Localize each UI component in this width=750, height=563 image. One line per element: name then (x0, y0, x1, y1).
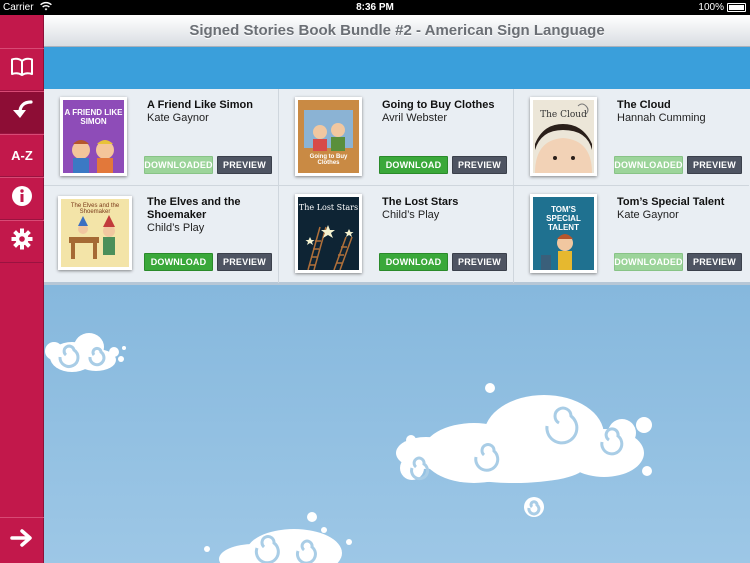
book-cover-text: A FRIEND LIKE SIMON (64, 108, 123, 126)
book-title: The Lost Stars (382, 196, 459, 208)
curved-back-arrow-icon (11, 100, 33, 125)
book-cover[interactable]: The Cloud (530, 97, 597, 176)
sky-background (44, 285, 750, 563)
book-title: Going to Buy Clothes (382, 99, 495, 111)
book-author: Hannah Cumming (617, 112, 706, 124)
sidebar-item-back[interactable] (0, 91, 44, 134)
downloaded-button[interactable]: DOWNLOADED (614, 156, 683, 174)
sidebar: A-Z (0, 15, 44, 563)
book-title: Tom’s Special Talent (617, 196, 725, 208)
preview-button[interactable]: PREVIEW (452, 156, 507, 174)
book-cover[interactable]: A FRIEND LIKE SIMON (60, 97, 127, 176)
book-card: TOM'S SPECIAL TALENT Tom’s Special Talen… (514, 186, 749, 283)
sidebar-item-az[interactable]: A-Z (0, 134, 44, 177)
book-grid: A FRIEND LIKE SIMON A Friend Like Simon … (44, 89, 750, 285)
download-button[interactable]: DOWNLOAD (144, 253, 213, 271)
downloaded-button[interactable]: DOWNLOADED (614, 253, 683, 271)
sidebar-item-info[interactable] (0, 177, 44, 220)
book-card: The Lost Stars The Lost Stars Child’s Pl… (279, 186, 514, 283)
book-title: A Friend Like Simon (147, 99, 253, 111)
book-cover[interactable]: The Lost Stars (295, 194, 362, 273)
sidebar-item-settings[interactable] (0, 220, 44, 263)
book-icon (10, 57, 34, 82)
info-icon (11, 185, 33, 212)
battery-percent: 100% (698, 2, 724, 13)
blue-banner (44, 47, 750, 89)
book-card: A FRIEND LIKE SIMON A Friend Like Simon … (44, 89, 279, 186)
book-cover[interactable]: TOM'S SPECIAL TALENT (530, 194, 597, 273)
preview-button[interactable]: PREVIEW (452, 253, 507, 271)
book-card: Going to Buy Clothes Going to Buy Clothe… (279, 89, 514, 186)
preview-button[interactable]: PREVIEW (687, 156, 742, 174)
book-cover-text: Going to Buy Clothes (309, 154, 348, 166)
gear-icon (11, 228, 33, 255)
book-cover-text: The Elves and the Shoemaker (70, 203, 120, 215)
battery-icon (727, 3, 746, 12)
preview-button[interactable]: PREVIEW (217, 156, 272, 174)
arrow-right-icon (10, 529, 34, 552)
book-cover-text: The Cloud (540, 110, 587, 120)
book-cover-text: TOM'S SPECIAL TALENT (546, 205, 581, 232)
clouds-illustration (45, 333, 652, 563)
book-author: Kate Gaynor (147, 112, 209, 124)
book-cover[interactable]: Going to Buy Clothes (295, 97, 362, 176)
title-bar: Signed Stories Book Bundle #2 - American… (44, 15, 750, 47)
sidebar-next-button[interactable] (0, 517, 44, 563)
book-author: Kate Gaynor (617, 209, 679, 221)
book-author: Child’s Play (382, 209, 440, 221)
status-bar: Carrier 8:36 PM 100% (0, 0, 750, 15)
book-author: Child’s Play (147, 222, 205, 234)
status-time: 8:36 PM (356, 2, 394, 13)
page-title: Signed Stories Book Bundle #2 - American… (189, 22, 605, 39)
book-cover-text: The Lost Stars (298, 203, 359, 212)
download-button[interactable]: DOWNLOAD (379, 253, 448, 271)
download-button[interactable]: DOWNLOAD (379, 156, 448, 174)
book-cover[interactable]: The Elves and the Shoemaker (58, 196, 132, 270)
downloaded-button[interactable]: DOWNLOADED (144, 156, 213, 174)
book-title: The Elves and the Shoemaker (147, 196, 241, 221)
preview-button[interactable]: PREVIEW (687, 253, 742, 271)
book-card: The Elves and the Shoemaker The Elves an… (44, 186, 279, 283)
book-card: The Cloud The Cloud Hannah Cumming DOWNL… (514, 89, 749, 186)
az-label: A-Z (11, 148, 33, 163)
book-author: Avril Webster (382, 112, 448, 124)
book-title: The Cloud (617, 99, 671, 111)
sidebar-item-library[interactable] (0, 48, 44, 91)
preview-button[interactable]: PREVIEW (217, 253, 272, 271)
